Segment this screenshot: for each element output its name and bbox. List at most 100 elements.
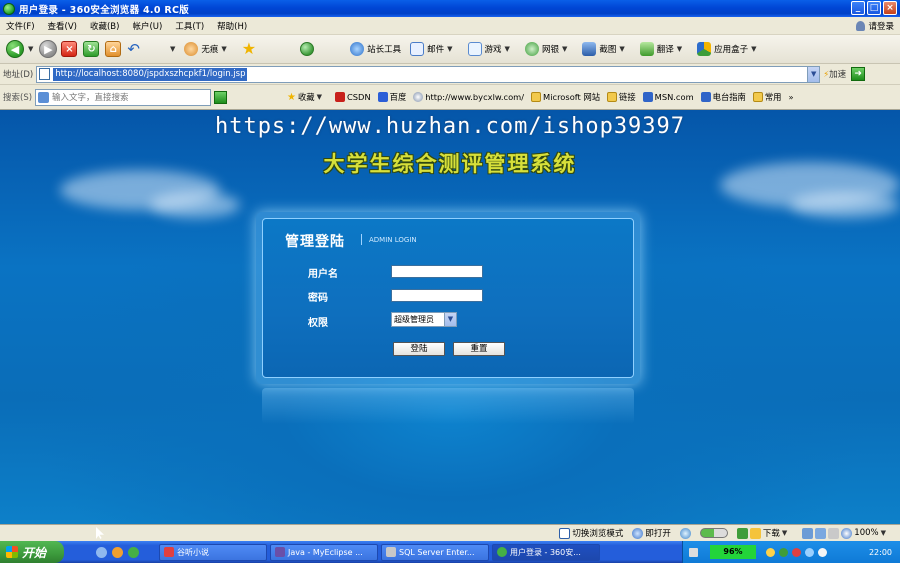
csdn-icon <box>335 92 345 102</box>
mail-button[interactable]: 邮件 ▼ <box>410 42 458 56</box>
favorite-folder-links[interactable]: 链接 <box>607 91 636 103</box>
switch-browse-mode-button[interactable]: 切换浏览模式 <box>559 527 623 539</box>
app-box-button[interactable]: 应用盒子 ▼ <box>697 42 762 56</box>
search-input[interactable]: 输入文字，直接搜索 <box>35 88 212 106</box>
user-icon <box>856 21 866 31</box>
window-title-bar[interactable]: 用户登录 - 360安全浏览器 4.0 RC版 _ □ × <box>0 0 900 17</box>
password-field[interactable] <box>391 289 483 302</box>
toggle-status[interactable] <box>699 528 728 538</box>
favorite-folder-common[interactable]: 常用 <box>752 91 781 103</box>
taskbar-item-novel[interactable]: 谷听小说 <box>159 543 267 561</box>
address-url[interactable]: http://localhost:8080/jspdxszhcpkf1/logi… <box>53 67 248 81</box>
username-field[interactable] <box>391 265 483 278</box>
favorite-link-label: CSDN <box>347 92 371 102</box>
favorite-link-label: 链接 <box>619 92 636 102</box>
account-login-link[interactable]: 请登录 <box>856 20 894 32</box>
translate-label: 翻译 <box>656 45 674 55</box>
download-icon <box>749 527 761 539</box>
games-icon <box>467 42 482 56</box>
tray-security-icon[interactable] <box>779 547 788 557</box>
favorites-label: 收藏 <box>298 92 315 102</box>
back-arrow-icon[interactable]: ◀ <box>6 40 24 58</box>
online-banking-dropdown-icon: ▼ <box>561 45 568 53</box>
favorite-link-baidu[interactable]: 百度 <box>377 91 406 103</box>
menu-tools[interactable]: 工具(T) <box>175 20 204 32</box>
favorite-link-radio-guide[interactable]: 电台指南 <box>700 91 746 103</box>
menu-favorites[interactable]: 收藏(B) <box>90 20 119 32</box>
zoom-icon[interactable] <box>841 527 853 539</box>
cloud-decoration <box>790 192 900 218</box>
login-button[interactable]: 登陆 <box>393 342 445 356</box>
forward-arrow-icon[interactable]: ▶ <box>39 40 58 58</box>
zoom-dropdown-icon[interactable]: ▼ <box>881 529 886 537</box>
online-banking-label: 网银 <box>541 45 559 55</box>
no-trace-button[interactable]: ▼ 无痕 ▼ <box>170 42 233 56</box>
menu-help[interactable]: 帮助(H) <box>217 20 247 32</box>
tray-alert-icon[interactable] <box>792 547 801 557</box>
taskbar-item-myeclipse[interactable]: Java - MyEclipse ... <box>270 543 378 561</box>
translate-icon <box>639 42 654 56</box>
menu-file[interactable]: 文件(F) <box>6 20 35 32</box>
network-icon[interactable] <box>805 547 814 557</box>
minimize-button[interactable]: _ <box>851 1 865 15</box>
close-button[interactable]: × <box>883 1 897 15</box>
account-login-label: 请登录 <box>868 22 894 32</box>
stop-icon[interactable]: × <box>61 41 78 57</box>
favorite-link-bycxlw[interactable]: http://www.bycxlw.com/ <box>413 92 524 102</box>
undo-close-icon[interactable]: ↶ <box>127 40 140 58</box>
window-controls: _ □ × <box>851 1 897 15</box>
address-input[interactable]: http://localhost:8080/jspdxszhcpkf1/logi… <box>36 65 821 83</box>
search-engine-icon[interactable] <box>38 91 50 103</box>
globe-status[interactable] <box>679 527 691 539</box>
more-favorites-chevron-icon[interactable]: » <box>788 92 793 102</box>
status-tools[interactable]: 100% ▼ <box>802 527 892 539</box>
window-status-icon[interactable] <box>815 527 827 539</box>
refresh-status-icon[interactable] <box>802 527 814 539</box>
download-manager-button[interactable]: 下载 ▼ <box>736 527 793 539</box>
favorite-link-msn[interactable]: MSN.com <box>642 92 694 102</box>
windows-logo-icon <box>6 546 18 558</box>
start-button[interactable]: 开始 <box>0 541 64 563</box>
open-now-button[interactable]: 即打开 <box>632 527 671 539</box>
taskbar-item-browser[interactable]: 用户登录 - 360安... <box>492 543 600 561</box>
menu-bar: 文件(F) 查看(V) 收藏(B) 帐户(U) 工具(T) 帮助(H) 请登录 <box>0 17 900 35</box>
watermark-url: https://www.huzhan.com/ishop39397 <box>214 114 686 139</box>
menu-view[interactable]: 查看(V) <box>48 20 77 32</box>
keyboard-icon[interactable] <box>689 547 698 557</box>
favorite-folder-microsoft[interactable]: Microsoft 网站 <box>531 91 600 103</box>
role-select[interactable]: 超级管理员 ▼ <box>391 312 457 327</box>
speed-up-button[interactable]: ⚡加速 <box>823 68 846 80</box>
taskbar-item-sqlserver[interactable]: SQL Server Enter... <box>381 543 489 561</box>
battery-indicator[interactable]: 96% <box>710 545 756 559</box>
menu-account[interactable]: 帐户(U) <box>132 20 162 32</box>
browser-quick-icon[interactable] <box>128 546 139 558</box>
favorite-star-icon[interactable]: ★ <box>242 41 256 57</box>
games-button[interactable]: 游戏 ▼ <box>467 42 516 56</box>
back-dropdown-icon[interactable]: ▼ <box>28 45 33 53</box>
volume-icon[interactable] <box>818 547 827 557</box>
go-arrow-icon[interactable]: ➜ <box>851 67 866 81</box>
title-divider <box>361 234 362 245</box>
maximize-button[interactable]: □ <box>867 1 881 15</box>
desktop-icon[interactable] <box>96 546 107 558</box>
tray-app-icon[interactable] <box>766 547 775 557</box>
search-go-icon[interactable] <box>214 90 228 104</box>
screenshot-button[interactable]: 截图 ▼ <box>582 42 630 56</box>
address-dropdown-icon[interactable]: ▼ <box>807 66 820 82</box>
clock[interactable]: 22:00 <box>869 548 892 557</box>
msn-icon <box>642 92 653 102</box>
refresh-icon[interactable]: ↻ <box>83 41 100 57</box>
translate-button[interactable]: 翻译 ▼ <box>639 42 688 56</box>
webmaster-tools-button[interactable]: 站长工具 <box>350 42 401 56</box>
speaker-icon[interactable] <box>828 527 840 539</box>
sync-icon[interactable] <box>300 42 315 56</box>
zoom-level[interactable]: 100% <box>854 528 878 538</box>
online-banking-button[interactable]: 网银 ▼ <box>524 42 573 56</box>
favorites-menu[interactable]: ★ 收藏 ▼ <box>287 91 328 103</box>
myeclipse-icon <box>275 547 285 557</box>
favorite-link-csdn[interactable]: CSDN <box>335 92 371 102</box>
sql-server-icon <box>386 547 396 557</box>
reset-button[interactable]: 重置 <box>453 342 505 356</box>
home-icon[interactable]: ⌂ <box>105 41 122 57</box>
quick-launch-app-icon[interactable] <box>112 546 123 558</box>
